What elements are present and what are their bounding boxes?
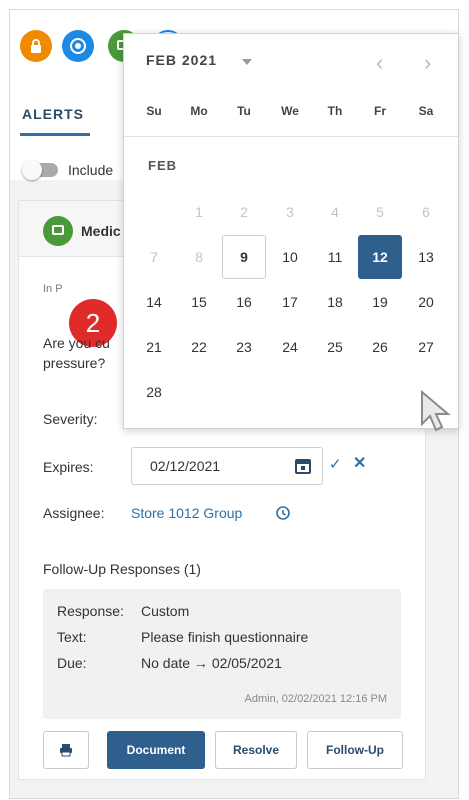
calendar-day[interactable]: 20 xyxy=(404,280,448,324)
include-label: Include xyxy=(68,162,114,178)
calendar-day[interactable]: 18 xyxy=(313,280,357,324)
calendar-day[interactable]: 6 xyxy=(404,190,448,234)
calendar-day[interactable]: 14 xyxy=(132,280,176,324)
calendar-day[interactable]: 5 xyxy=(358,190,402,234)
mouse-cursor-icon xyxy=(421,389,451,432)
calendar-day[interactable]: 1 xyxy=(177,190,221,234)
followup-meta: Admin, 02/02/2021 12:16 PM xyxy=(244,693,387,705)
follow-up-button[interactable]: Follow-Up xyxy=(307,731,403,769)
weekday-label: Sa xyxy=(418,104,434,118)
card-title: Medic xyxy=(81,223,121,239)
question-line-1: Are you cu xyxy=(43,335,110,351)
calendar-day[interactable]: 8 xyxy=(177,235,221,279)
calendar-day[interactable]: 12 xyxy=(358,235,402,279)
calendar-day[interactable]: 10 xyxy=(268,235,312,279)
calendar-day[interactable]: 11 xyxy=(313,235,357,279)
weekday-label: Th xyxy=(327,104,343,118)
include-toggle[interactable] xyxy=(22,160,58,180)
calendar-day[interactable]: 17 xyxy=(268,280,312,324)
lock-icon[interactable] xyxy=(20,30,52,62)
weekday-label: Mo xyxy=(190,104,208,118)
cancel-x-icon[interactable]: ✕ xyxy=(353,453,366,473)
text-value: Please finish questionnaire xyxy=(141,629,309,645)
calendar-day[interactable]: 26 xyxy=(358,325,402,369)
document-button[interactable]: Document xyxy=(107,731,205,769)
expires-date-input[interactable]: 02/12/2021 xyxy=(131,447,323,485)
calendar-day[interactable]: 2 xyxy=(222,190,266,234)
divider xyxy=(124,136,458,137)
target-icon[interactable] xyxy=(62,30,94,62)
calendar-day[interactable]: 27 xyxy=(404,325,448,369)
date-picker-popup: FEB 2021 ‹ › Su Mo Tu We Th Fr Sa FEB 12… xyxy=(123,33,459,429)
weekday-label: Su xyxy=(146,104,162,118)
followup-title: Follow-Up Responses (1) xyxy=(43,561,201,577)
calendar-day[interactable]: 15 xyxy=(177,280,221,324)
calendar-day[interactable]: 3 xyxy=(268,190,312,234)
weekday-header: Su Mo Tu We Th Fr Sa xyxy=(124,104,458,128)
tab-active-indicator xyxy=(20,133,90,136)
assignee-label: Assignee: xyxy=(43,505,105,521)
response-label: Response: xyxy=(57,603,124,619)
expires-label: Expires: xyxy=(43,459,94,475)
month-label: FEB xyxy=(148,158,177,173)
response-value: Custom xyxy=(141,603,190,619)
question-line-2: pressure? xyxy=(43,355,106,371)
calendar-day[interactable]: 7 xyxy=(132,235,176,279)
prev-month-chevron-icon[interactable]: ‹ xyxy=(376,50,383,76)
printer-icon xyxy=(60,744,72,757)
print-button[interactable] xyxy=(43,731,89,769)
assignee-link[interactable]: Store 1012 Group xyxy=(131,505,242,521)
weekday-label: We xyxy=(281,104,299,118)
calendar-icon[interactable] xyxy=(294,457,312,475)
calendar-day[interactable]: 9 xyxy=(222,235,266,279)
next-month-chevron-icon[interactable]: › xyxy=(424,50,431,76)
caret-down-icon[interactable] xyxy=(242,59,252,65)
medication-icon xyxy=(43,216,73,246)
resolve-button[interactable]: Resolve xyxy=(215,731,297,769)
weekday-label: Fr xyxy=(374,104,386,118)
history-icon[interactable] xyxy=(275,505,291,521)
calendar-day[interactable]: 24 xyxy=(268,325,312,369)
tab-alerts[interactable]: ALERTS xyxy=(22,106,84,122)
due-value: No date → 02/05/2021 xyxy=(141,655,282,671)
severity-label: Severity: xyxy=(43,411,98,427)
calendar-day[interactable]: 21 xyxy=(132,325,176,369)
calendar-day[interactable]: 4 xyxy=(313,190,357,234)
due-label: Due: xyxy=(57,655,87,671)
calendar-day[interactable]: 23 xyxy=(222,325,266,369)
confirm-check-icon[interactable]: ✓ xyxy=(329,455,342,473)
calendar-day[interactable]: 19 xyxy=(358,280,402,324)
calendar-day[interactable]: 28 xyxy=(132,370,176,414)
calendar-day[interactable]: 16 xyxy=(222,280,266,324)
text-label: Text: xyxy=(57,629,87,645)
weekday-label: Tu xyxy=(237,104,251,118)
followup-response-box: Response: Custom Text: Please finish que… xyxy=(43,589,401,719)
calendar-day[interactable]: 13 xyxy=(404,235,448,279)
month-year-select[interactable]: FEB 2021 xyxy=(146,52,217,68)
calendar-day[interactable]: 25 xyxy=(313,325,357,369)
calendar-day[interactable]: 22 xyxy=(177,325,221,369)
status-text: In P xyxy=(43,283,63,295)
expires-date-value: 02/12/2021 xyxy=(150,458,221,474)
